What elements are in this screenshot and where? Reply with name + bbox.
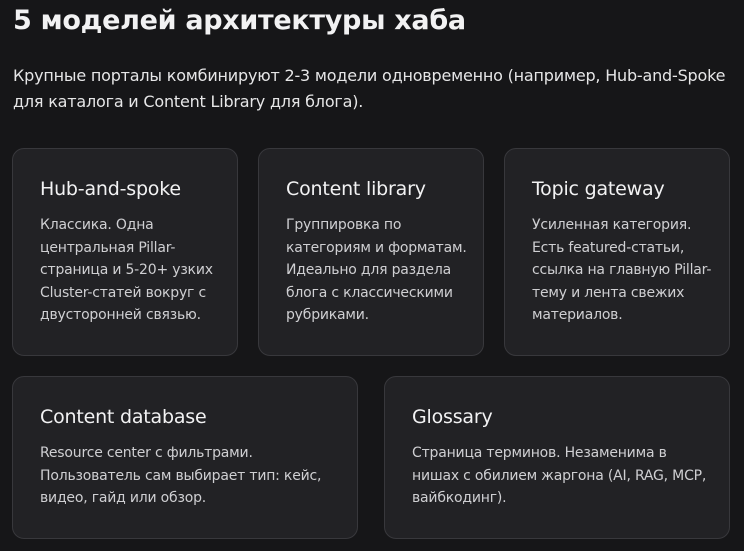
intro-text: Крупные порталы комбинируют 2-3 модели о… — [13, 66, 726, 111]
card-description: Усиленная категория. Есть featured-стать… — [532, 217, 712, 323]
card-description: Resource center с фильтрами. Пользовател… — [40, 445, 322, 506]
card-description: Группировка по категориям и форматам. Ид… — [286, 217, 467, 323]
card-title: Hub-and-spoke — [40, 178, 181, 200]
card-title: Glossary — [412, 406, 493, 428]
card-description: Страница терминов. Незаменима в нишах с … — [412, 445, 707, 506]
page-title: 5 моделей архитектуры хаба — [13, 5, 466, 36]
card-hub-and-spoke: Hub-and-spoke Классика. Одна центральная… — [12, 148, 238, 356]
card-title: Content library — [286, 178, 426, 200]
card-description: Классика. Одна центральная Pillar-страни… — [40, 217, 213, 323]
card-title: Topic gateway — [532, 178, 665, 200]
card-topic-gateway: Topic gateway Усиленная категория. Есть … — [504, 148, 730, 356]
card-title: Content database — [40, 406, 207, 428]
card-content-library: Content library Группировка по категория… — [258, 148, 484, 356]
card-glossary: Glossary Страница терминов. Незаменима в… — [384, 376, 730, 539]
card-content-database: Content database Resource center с фильт… — [12, 376, 358, 539]
